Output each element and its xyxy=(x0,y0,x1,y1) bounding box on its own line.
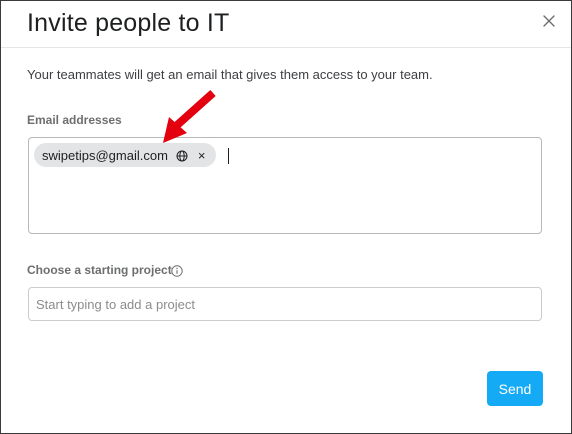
dialog-header: Invite people to IT xyxy=(1,1,571,48)
starting-project-label: Choose a starting project xyxy=(27,263,172,277)
remove-chip-icon[interactable]: × xyxy=(198,149,206,162)
info-icon[interactable] xyxy=(171,264,183,277)
dialog-title: Invite people to IT xyxy=(27,9,230,37)
email-chip-text: swipetips@gmail.com xyxy=(42,147,168,163)
text-cursor xyxy=(228,148,229,164)
email-addresses-field[interactable]: swipetips@gmail.com × xyxy=(28,137,542,234)
invite-dialog: Invite people to IT Your teammates will … xyxy=(0,0,572,434)
close-icon[interactable] xyxy=(539,11,559,31)
annotation-arrow-icon xyxy=(151,87,223,149)
email-addresses-label: Email addresses xyxy=(27,113,122,127)
globe-icon xyxy=(176,149,188,162)
dialog-description: Your teammates will get an email that gi… xyxy=(27,67,433,82)
send-button[interactable]: Send xyxy=(487,371,543,406)
starting-project-input[interactable] xyxy=(28,287,542,321)
